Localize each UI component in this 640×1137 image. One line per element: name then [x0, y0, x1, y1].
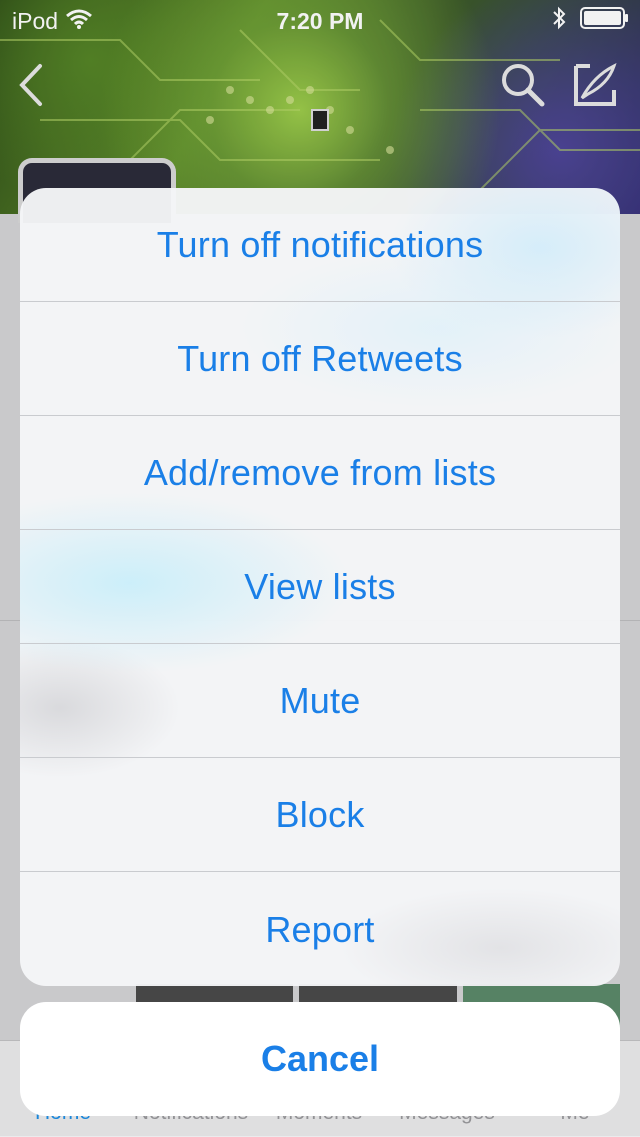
action-sheet: Turn off notifications Turn off Retweets…	[20, 188, 620, 986]
turn-off-notifications-button[interactable]: Turn off notifications	[20, 188, 620, 302]
add-remove-lists-button[interactable]: Add/remove from lists	[20, 416, 620, 530]
report-button[interactable]: Report	[20, 872, 620, 986]
view-lists-button[interactable]: View lists	[20, 530, 620, 644]
block-button[interactable]: Block	[20, 758, 620, 872]
turn-off-retweets-button[interactable]: Turn off Retweets	[20, 302, 620, 416]
mute-button[interactable]: Mute	[20, 644, 620, 758]
cancel-button[interactable]: Cancel	[20, 1002, 620, 1116]
